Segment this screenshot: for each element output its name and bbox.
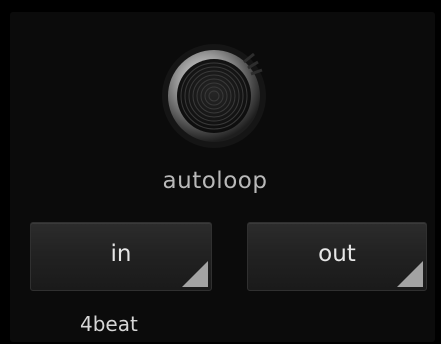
loop-in-button[interactable]: in (30, 222, 212, 291)
rotary-encoder-icon (162, 44, 266, 148)
triangle-corner-icon (397, 261, 423, 287)
loop-out-button[interactable]: out (247, 222, 427, 291)
triangle-corner-icon (182, 261, 208, 287)
controller-view: autoloop in out 4beat (0, 0, 441, 344)
autoloop-knob[interactable] (158, 40, 270, 152)
loop-length-label: 4beat (80, 312, 138, 336)
knob-label: autoloop (162, 168, 268, 194)
